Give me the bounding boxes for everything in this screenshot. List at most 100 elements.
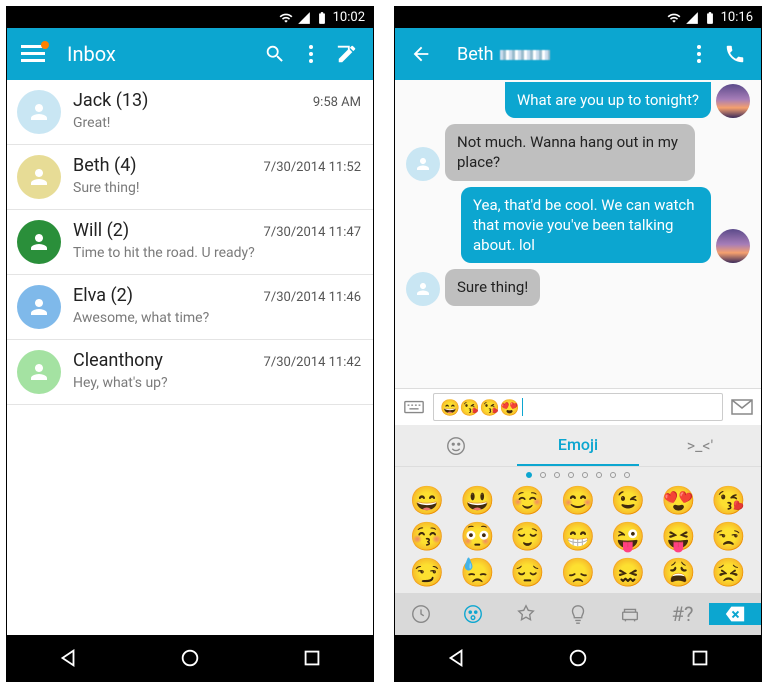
wifi-icon	[279, 11, 293, 25]
call-button[interactable]	[717, 36, 753, 72]
phone-inbox: 10:02 Inbox Jack (13) 9:58 AM Great!	[6, 6, 374, 682]
search-icon	[264, 43, 286, 65]
nav-bar	[7, 635, 373, 681]
avatar	[17, 285, 61, 329]
emoji-cell[interactable]: 😜	[606, 523, 650, 551]
cat-nature[interactable]	[500, 603, 552, 625]
inbox-title: Inbox	[67, 42, 257, 66]
redacted-text	[500, 50, 550, 60]
cat-people[interactable]	[447, 603, 499, 625]
status-time: 10:02	[333, 10, 365, 25]
tab-kaomoji[interactable]: >_<'	[639, 425, 761, 466]
emoji-cell[interactable]: 😏	[405, 559, 449, 587]
backspace-button[interactable]	[709, 603, 761, 625]
emoji-cell[interactable]: 😘	[707, 487, 751, 515]
conversation-item[interactable]: Jack (13) 9:58 AM Great!	[7, 80, 373, 145]
phone-chat: 10:16 Beth What are you up to tonight? No…	[394, 6, 762, 682]
conversation-name: Jack (13)	[73, 90, 148, 111]
emoji-cell[interactable]: ☺️	[506, 487, 550, 515]
message-bubble: What are you up to tonight?	[505, 82, 711, 118]
nav-home[interactable]	[172, 640, 208, 676]
overflow-button[interactable]	[681, 36, 717, 72]
status-bar: 10:16	[395, 7, 761, 28]
conversation-item[interactable]: Elva (2) 7/30/2014 11:46 Awesome, what t…	[7, 275, 373, 340]
nav-home[interactable]	[560, 640, 596, 676]
message-bubble: Not much. Wanna hang out in my place?	[445, 124, 695, 181]
compose-icon	[336, 43, 358, 65]
emoji-cell[interactable]: 😳	[455, 523, 499, 551]
emoji-cell[interactable]: 😓	[455, 559, 499, 587]
emoji-cell[interactable]: 😍	[656, 487, 700, 515]
cat-recent[interactable]	[395, 603, 447, 625]
keyboard-category-bar: #?	[395, 593, 761, 635]
wifi-icon	[667, 11, 681, 25]
emoji-cell[interactable]: 😉	[606, 487, 650, 515]
emoji-cell[interactable]: 😚	[405, 523, 449, 551]
keyboard-tabs: Emoji >_<'	[395, 425, 761, 467]
conversation-item[interactable]: Beth (4) 7/30/2014 11:52 Sure thing!	[7, 145, 373, 210]
conversation-list[interactable]: Jack (13) 9:58 AM Great! Beth (4) 7/30/2…	[7, 80, 373, 635]
conversation-time: 7/30/2014 11:42	[264, 355, 361, 370]
conversation-name: Will (2)	[73, 220, 129, 241]
conversation-preview: Hey, what's up?	[73, 375, 361, 391]
more-icon	[309, 45, 313, 63]
emoji-grid: 😄😃☺️😊😉😍😘 😚😳😌😁😜😝😒 😏😓😔😞😖😩😣	[395, 481, 761, 593]
nav-bar	[395, 635, 761, 681]
signal-icon	[685, 11, 699, 25]
send-button[interactable]	[729, 394, 755, 420]
conversation-name: Cleanthony	[73, 350, 163, 371]
conversation-name: Beth (4)	[73, 155, 137, 176]
search-button[interactable]	[257, 36, 293, 72]
emoji-cell[interactable]: 😊	[556, 487, 600, 515]
avatar	[406, 147, 440, 181]
emoji-cell[interactable]: 😞	[556, 559, 600, 587]
conversation-item[interactable]: Will (2) 7/30/2014 11:47 Time to hit the…	[7, 210, 373, 275]
nav-back[interactable]	[438, 640, 474, 676]
emoji-cell[interactable]: 😁	[556, 523, 600, 551]
tab-smiley[interactable]	[395, 425, 517, 466]
app-bar: Inbox	[7, 28, 373, 80]
conversation-preview: Time to hit the road. U ready?	[73, 245, 361, 261]
emoji-cell[interactable]: 😝	[656, 523, 700, 551]
emoji-cell[interactable]: 😃	[455, 487, 499, 515]
chat-body[interactable]: What are you up to tonight? Not much. Wan…	[395, 80, 761, 388]
emoji-cell[interactable]: 😌	[506, 523, 550, 551]
cat-symbols[interactable]: #?	[656, 602, 708, 626]
emoji-cell[interactable]: 😩	[656, 559, 700, 587]
conversation-time: 7/30/2014 11:52	[264, 160, 361, 175]
cat-places[interactable]	[604, 603, 656, 625]
back-icon	[410, 43, 432, 65]
overflow-button[interactable]	[293, 36, 329, 72]
emoji-cell[interactable]: 😔	[506, 559, 550, 587]
emoji-cell[interactable]: 😄	[405, 487, 449, 515]
emoji-keyboard: Emoji >_<' 😄😃☺️😊😉😍😘 😚😳😌😁😜😝😒 😏😓😔😞😖😩😣 #?	[395, 425, 761, 635]
tab-emoji[interactable]: Emoji	[517, 425, 639, 466]
message-row: What are you up to tonight?	[401, 84, 755, 118]
battery-icon	[703, 11, 717, 25]
menu-button[interactable]	[15, 36, 51, 72]
compose-button[interactable]	[329, 36, 365, 72]
message-input[interactable]: 😄😘😘😍	[433, 393, 723, 421]
phone-icon	[724, 43, 746, 65]
message-bubble: Yea, that'd be cool. We can watch that m…	[461, 187, 711, 264]
conversation-preview: Sure thing!	[73, 180, 361, 196]
nav-recent[interactable]	[682, 640, 718, 676]
conversation-name: Elva (2)	[73, 285, 133, 306]
avatar	[716, 229, 750, 263]
battery-icon	[315, 11, 329, 25]
emoji-cell[interactable]: 😣	[707, 559, 751, 587]
keyboard-toggle[interactable]	[401, 394, 427, 420]
emoji-cell[interactable]: 😖	[606, 559, 650, 587]
status-time: 10:16	[721, 10, 753, 25]
conversation-item[interactable]: Cleanthony 7/30/2014 11:42 Hey, what's u…	[7, 340, 373, 405]
cat-objects[interactable]	[552, 603, 604, 625]
conversation-time: 7/30/2014 11:46	[264, 290, 361, 305]
emoji-cell[interactable]: 😒	[707, 523, 751, 551]
avatar	[17, 155, 61, 199]
chat-app-bar: Beth	[395, 28, 761, 80]
conversation-preview: Great!	[73, 115, 361, 131]
message-row: Sure thing!	[401, 269, 755, 305]
nav-recent[interactable]	[294, 640, 330, 676]
back-button[interactable]	[403, 36, 439, 72]
nav-back[interactable]	[50, 640, 86, 676]
